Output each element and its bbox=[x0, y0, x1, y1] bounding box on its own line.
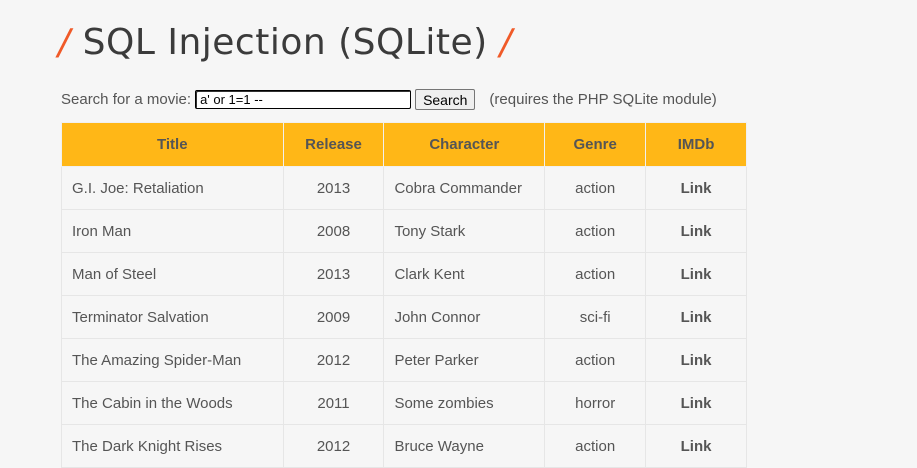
imdb-link[interactable]: Link bbox=[681, 223, 712, 240]
imdb-link[interactable]: Link bbox=[681, 309, 712, 326]
cell-imdb: Link bbox=[645, 295, 747, 339]
title-slash-right: / bbox=[499, 22, 513, 63]
table-row: Man of Steel 2013 Clark Kent action Link bbox=[61, 252, 747, 296]
cell-imdb: Link bbox=[645, 381, 747, 425]
table-row: Iron Man 2008 Tony Stark action Link bbox=[61, 209, 747, 253]
cell-genre: sci-fi bbox=[544, 295, 647, 339]
imdb-link[interactable]: Link bbox=[681, 352, 712, 369]
search-note: (requires the PHP SQLite module) bbox=[489, 91, 717, 108]
imdb-link[interactable]: Link bbox=[681, 438, 712, 455]
header-imdb: IMDb bbox=[645, 122, 747, 167]
cell-genre: action bbox=[544, 166, 647, 210]
cell-imdb: Link bbox=[645, 338, 747, 382]
table-header-row: Title Release Character Genre IMDb bbox=[61, 122, 747, 167]
cell-genre: action bbox=[544, 424, 647, 468]
cell-release: 2013 bbox=[282, 166, 385, 210]
header-release: Release bbox=[282, 122, 385, 167]
search-input[interactable] bbox=[195, 90, 412, 109]
table-row: The Dark Knight Rises 2012 Bruce Wayne a… bbox=[61, 424, 747, 468]
cell-release: 2012 bbox=[282, 338, 385, 382]
table-row: The Cabin in the Woods 2011 Some zombies… bbox=[61, 381, 747, 425]
header-title: Title bbox=[61, 122, 284, 167]
cell-character: John Connor bbox=[383, 295, 546, 339]
header-genre: Genre bbox=[544, 122, 647, 167]
cell-genre: action bbox=[544, 209, 647, 253]
search-button[interactable]: Search bbox=[415, 89, 476, 110]
cell-title: Man of Steel bbox=[61, 252, 284, 296]
table-row: The Amazing Spider-Man 2012 Peter Parker… bbox=[61, 338, 747, 382]
cell-title: The Amazing Spider-Man bbox=[61, 338, 284, 382]
cell-character: Cobra Commander bbox=[383, 166, 546, 210]
page-title: / SQL Injection (SQLite) / bbox=[58, 22, 512, 63]
table-row: Terminator Salvation 2009 John Connor sc… bbox=[61, 295, 747, 339]
cell-genre: action bbox=[544, 252, 647, 296]
cell-character: Some zombies bbox=[383, 381, 546, 425]
cell-character: Tony Stark bbox=[383, 209, 546, 253]
cell-genre: action bbox=[544, 338, 647, 382]
cell-character: Peter Parker bbox=[383, 338, 546, 382]
imdb-link[interactable]: Link bbox=[681, 395, 712, 412]
header-character: Character bbox=[383, 122, 546, 167]
cell-imdb: Link bbox=[645, 424, 747, 468]
cell-character: Bruce Wayne bbox=[383, 424, 546, 468]
imdb-link[interactable]: Link bbox=[681, 266, 712, 283]
title-text: SQL Injection (SQLite) bbox=[82, 22, 488, 63]
cell-title: Iron Man bbox=[61, 209, 284, 253]
cell-release: 2012 bbox=[282, 424, 385, 468]
search-form: Search for a movie: Search (requires the… bbox=[61, 89, 717, 110]
cell-title: The Cabin in the Woods bbox=[61, 381, 284, 425]
cell-title: The Dark Knight Rises bbox=[61, 424, 284, 468]
cell-title: Terminator Salvation bbox=[61, 295, 284, 339]
cell-imdb: Link bbox=[645, 209, 747, 253]
cell-imdb: Link bbox=[645, 252, 747, 296]
search-label: Search for a movie: bbox=[61, 91, 192, 108]
cell-release: 2009 bbox=[282, 295, 385, 339]
movies-table: Title Release Character Genre IMDb G.I. … bbox=[61, 122, 747, 468]
cell-release: 2008 bbox=[282, 209, 385, 253]
cell-character: Clark Kent bbox=[383, 252, 546, 296]
imdb-link[interactable]: Link bbox=[681, 180, 712, 197]
table-row: G.I. Joe: Retaliation 2013 Cobra Command… bbox=[61, 166, 747, 210]
cell-release: 2011 bbox=[282, 381, 385, 425]
cell-imdb: Link bbox=[645, 166, 747, 210]
cell-genre: horror bbox=[544, 381, 647, 425]
cell-title: G.I. Joe: Retaliation bbox=[61, 166, 284, 210]
cell-release: 2013 bbox=[282, 252, 385, 296]
title-slash-left: / bbox=[58, 22, 71, 63]
